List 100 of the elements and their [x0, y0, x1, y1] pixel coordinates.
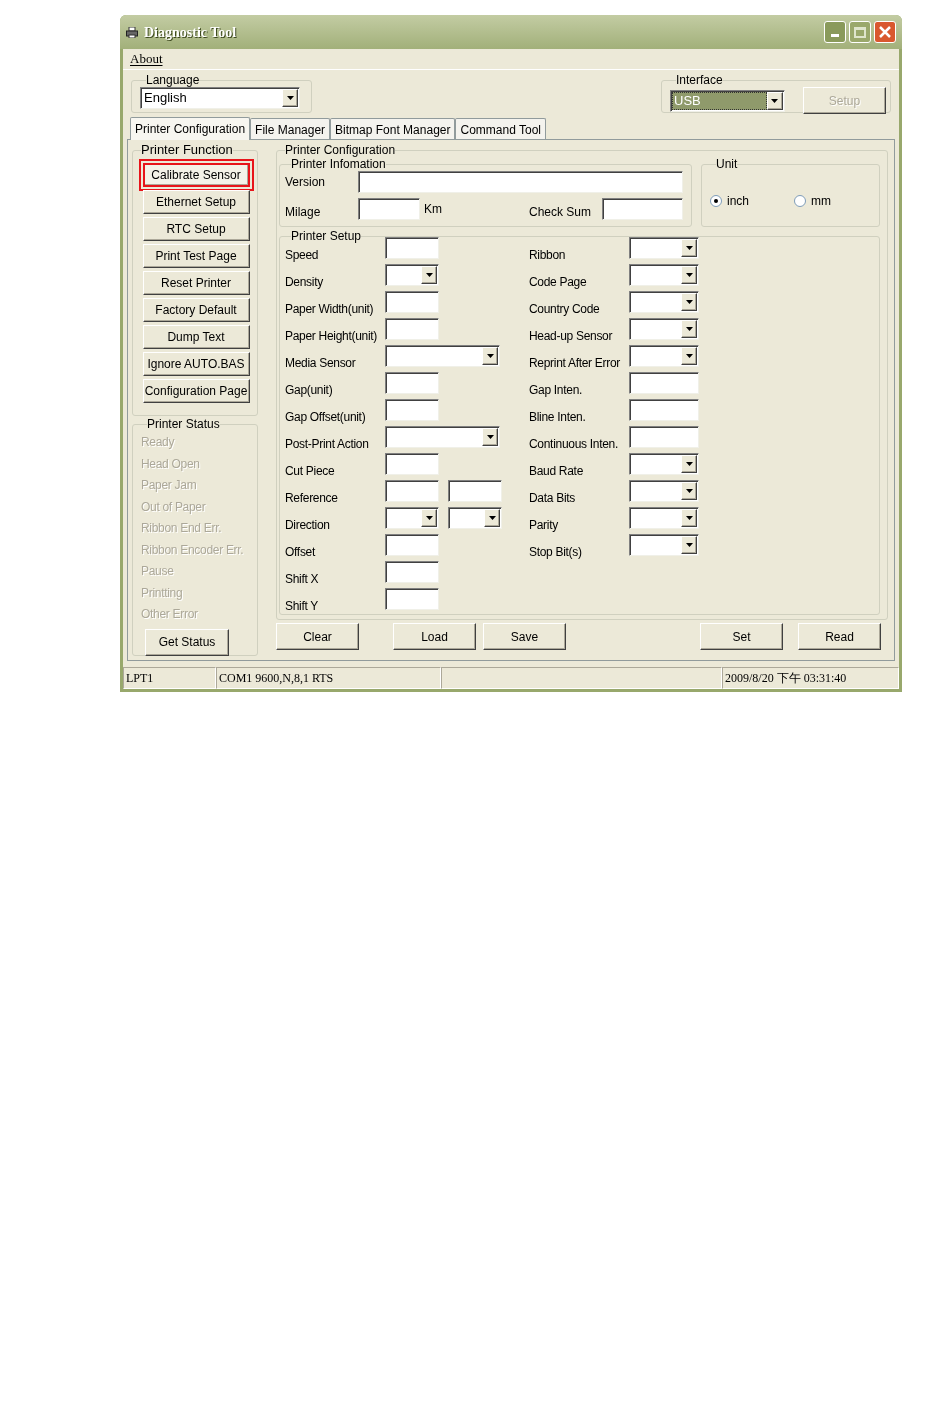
tab[interactable]: File Manager — [250, 118, 331, 139]
group-title: Unit — [716, 157, 738, 171]
push-button[interactable]: Read — [798, 623, 881, 650]
push-button[interactable]: Set — [700, 623, 783, 650]
field-label: Gap(unit) — [285, 382, 334, 399]
input-field[interactable] — [385, 534, 439, 556]
push-button[interactable]: Reset Printer — [142, 271, 250, 295]
dropdown-arrow-button[interactable] — [681, 509, 697, 527]
field-label: Stop Bit(s) — [529, 544, 583, 561]
close-icon — [879, 26, 891, 38]
dropdown-arrow-button[interactable] — [681, 266, 697, 284]
dropdown-field[interactable] — [385, 507, 439, 529]
maximize-button[interactable] — [849, 21, 871, 43]
dropdown-arrow-button[interactable] — [681, 536, 697, 554]
input-field[interactable] — [629, 426, 699, 448]
input-field[interactable] — [385, 372, 439, 394]
radio-option[interactable]: inch — [710, 191, 780, 210]
dropdown-arrow-button[interactable] — [421, 509, 437, 527]
tab[interactable]: Command Tool — [455, 118, 546, 139]
caret-icon — [685, 273, 693, 277]
push-button[interactable]: Clear — [276, 623, 359, 650]
close-button[interactable] — [874, 21, 896, 43]
dropdown-arrow-button[interactable] — [681, 239, 697, 257]
input-field[interactable] — [629, 399, 699, 421]
push-button[interactable]: Save — [483, 623, 566, 650]
dropdown-arrow-button[interactable] — [482, 347, 498, 365]
caret-icon — [286, 96, 294, 100]
dropdown-field[interactable] — [629, 345, 699, 367]
dropdown-arrow-button[interactable] — [421, 266, 437, 284]
input-field[interactable] — [448, 480, 502, 502]
status-label: Paper Jam — [141, 477, 198, 494]
input-field[interactable] — [385, 561, 439, 583]
dropdown-arrow-button[interactable] — [482, 428, 498, 446]
push-button[interactable]: RTC Setup — [142, 217, 250, 241]
push-button[interactable]: Load — [393, 623, 476, 650]
status-bar-panel: COM1 9600,N,8,1 RTS — [216, 667, 441, 689]
dropdown-field[interactable] — [385, 264, 439, 286]
field-label: Head-up Sensor — [529, 328, 614, 345]
status-bar-panel: LPT1 — [123, 667, 216, 689]
field-label: Ribbon — [529, 247, 567, 264]
field-label: Baud Rate — [529, 463, 584, 480]
caret-icon — [771, 98, 779, 103]
push-button[interactable]: Ignore AUTO.BAS — [142, 352, 250, 376]
push-button[interactable]: Configuration Page — [142, 379, 250, 403]
dropdown-field[interactable] — [629, 453, 699, 475]
radio-option[interactable]: mm — [794, 191, 864, 210]
dropdown-field[interactable] — [385, 345, 500, 367]
field-label: Parity — [529, 517, 559, 534]
caret-icon — [425, 273, 433, 277]
input-field[interactable] — [385, 588, 439, 610]
status-label: Printting — [141, 584, 184, 602]
dropdown-field[interactable] — [629, 507, 699, 529]
tab[interactable]: Bitmap Font Manager — [330, 118, 456, 139]
input-field[interactable] — [385, 237, 439, 259]
tab[interactable]: Printer Configuration — [130, 117, 251, 140]
push-button[interactable]: Print Test Page — [142, 244, 250, 268]
dropdown-arrow-button[interactable] — [282, 89, 298, 107]
input-field[interactable] — [385, 291, 439, 313]
dropdown-field[interactable] — [629, 318, 699, 340]
dropdown-field[interactable] — [629, 264, 699, 286]
push-button[interactable]: Get Status — [145, 628, 229, 656]
caret-icon — [685, 327, 693, 331]
group-title: Interface — [676, 73, 723, 87]
field-label: Cut Piece — [285, 463, 336, 480]
input-field[interactable] — [385, 399, 439, 421]
dropdown-arrow-button[interactable] — [681, 347, 697, 365]
input-field[interactable] — [385, 453, 439, 475]
input-field[interactable] — [358, 198, 420, 220]
dropdown-value: USB — [672, 91, 767, 110]
field-label: Gap Inten. — [529, 382, 584, 399]
group-title: Printer Function — [141, 143, 233, 157]
dropdown-field[interactable] — [448, 507, 502, 529]
caret-icon — [685, 354, 693, 358]
field-label: Continuous Inten. — [529, 436, 619, 453]
dropdown-field[interactable] — [629, 534, 699, 556]
field-label: Bline Inten. — [529, 409, 587, 426]
input-field[interactable] — [602, 198, 683, 220]
dropdown-field[interactable] — [385, 426, 500, 448]
dropdown-arrow-button[interactable] — [681, 482, 697, 500]
push-button[interactable]: Dump Text — [142, 325, 250, 349]
caret-icon — [685, 300, 693, 304]
dropdown-arrow-button[interactable] — [484, 509, 500, 527]
field-label: Post-Print Action — [285, 436, 370, 453]
dropdown-arrow-button[interactable] — [681, 455, 697, 473]
input-field[interactable] — [385, 318, 439, 340]
dropdown-value: English — [143, 89, 188, 107]
minimize-button[interactable] — [824, 21, 846, 43]
menu-item[interactable]: About — [130, 49, 163, 69]
dropdown-arrow-button[interactable] — [681, 293, 697, 311]
push-button[interactable]: Factory Default — [142, 298, 250, 322]
dropdown-field[interactable]: English — [140, 87, 300, 109]
input-field[interactable] — [385, 480, 439, 502]
dropdown-field[interactable] — [629, 291, 699, 313]
dropdown-field[interactable] — [629, 237, 699, 259]
dropdown-arrow-button[interactable] — [681, 320, 697, 338]
dropdown-field[interactable] — [629, 480, 699, 502]
input-field[interactable] — [358, 171, 683, 193]
input-field[interactable] — [629, 372, 699, 394]
caret-icon — [685, 489, 693, 493]
push-button[interactable]: Ethernet Setup — [142, 190, 250, 214]
